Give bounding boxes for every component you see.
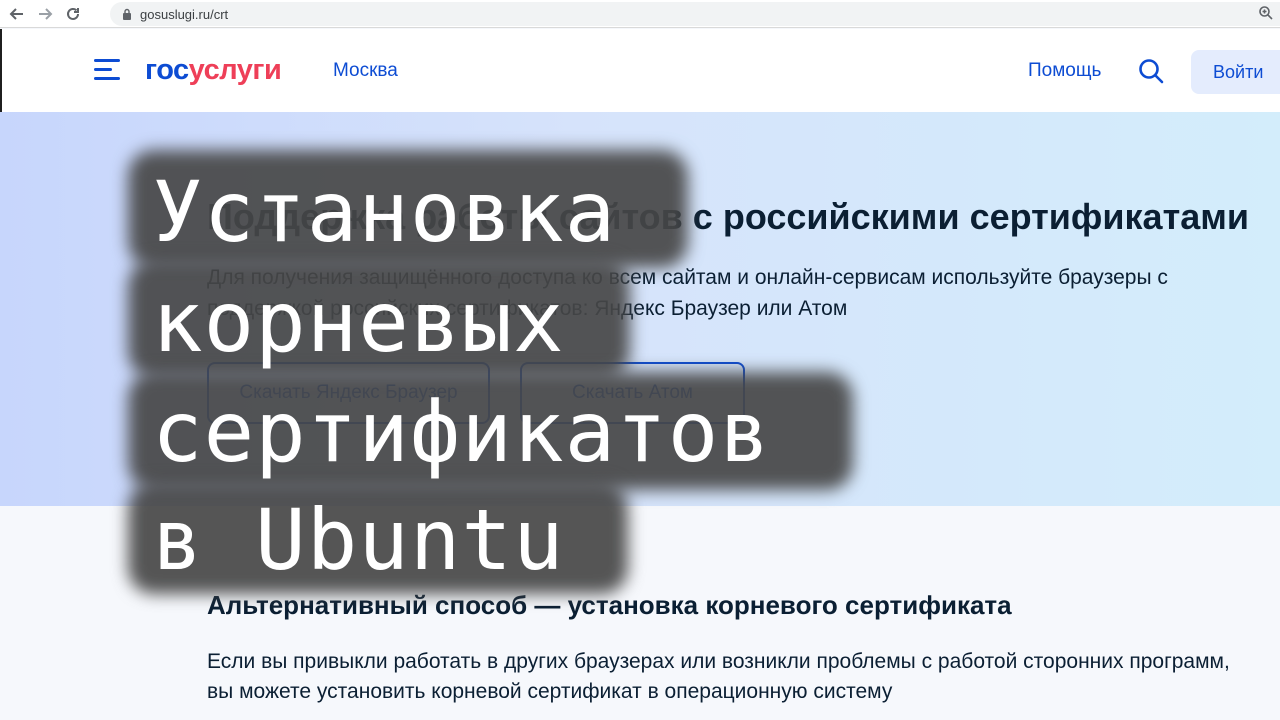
- lock-icon: [123, 8, 131, 20]
- forward-button[interactable]: [34, 3, 56, 25]
- alternative-section: Альтернативный способ — установка корнев…: [0, 506, 1280, 720]
- address-bar[interactable]: gosuslugi.ru/crt: [110, 2, 1280, 26]
- gosuslugi-logo[interactable]: госуслуги: [145, 54, 282, 87]
- city-selector[interactable]: Москва: [333, 60, 398, 82]
- url-text: gosuslugi.ru/crt: [140, 6, 229, 22]
- alternative-title: Альтернативный способ — установка корнев…: [207, 590, 1012, 620]
- alternative-description: Если вы привыкли работать в других брауз…: [207, 650, 1230, 703]
- download-yandex-button[interactable]: Скачать Яндекс Браузер: [207, 362, 490, 424]
- menu-icon[interactable]: [94, 59, 120, 81]
- back-button[interactable]: [6, 3, 28, 25]
- hero-description: Для получения защищённого доступа ко все…: [207, 266, 1168, 320]
- site-header: госуслуги Москва Помощь Войти: [0, 29, 1280, 112]
- help-link[interactable]: Помощь: [1028, 60, 1101, 82]
- reload-icon: [67, 7, 79, 20]
- hero-title: Поддержка работы сайтов с российскими се…: [207, 196, 1249, 237]
- search-icon[interactable]: [1138, 58, 1164, 84]
- login-button[interactable]: Войти: [1191, 50, 1280, 94]
- arrow-right-icon: [39, 7, 53, 20]
- zoom-icon[interactable]: [1258, 5, 1274, 21]
- arrow-left-icon: [9, 7, 23, 20]
- hero-section: Поддержка работы сайтов с российскими се…: [0, 112, 1280, 506]
- download-atom-button[interactable]: Скачать Атом: [520, 362, 745, 424]
- reload-button[interactable]: [62, 3, 84, 25]
- browser-toolbar: gosuslugi.ru/crt: [0, 0, 1280, 28]
